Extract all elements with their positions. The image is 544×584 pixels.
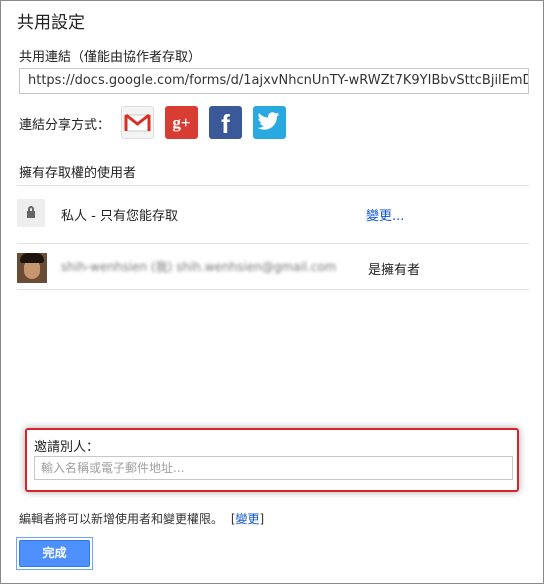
share-link-field[interactable]: https://docs.google.com/forms/d/1ajxvNhc…: [19, 68, 529, 94]
facebook-icon[interactable]: f: [209, 106, 242, 139]
divider: [17, 185, 529, 186]
invite-input[interactable]: [34, 456, 513, 480]
divider: [17, 289, 529, 290]
google-plus-icon[interactable]: g+: [165, 106, 198, 139]
twitter-icon[interactable]: [253, 106, 286, 139]
share-via-label: 連結分享方式：: [19, 118, 111, 133]
permission-note-text: 編輯者將可以新增使用者和變更權限。: [19, 512, 224, 526]
permission-note: 編輯者將可以新增使用者和變更權限。 [變更]: [19, 512, 265, 526]
access-list-label: 擁有存取權的使用者: [19, 166, 137, 181]
done-button[interactable]: 完成: [16, 537, 93, 570]
dialog-title: 共用設定: [17, 13, 85, 33]
divider: [17, 243, 529, 244]
change-visibility-link[interactable]: 變更...: [366, 205, 404, 224]
lock-icon: [17, 199, 45, 227]
owner-role: 是擁有者: [368, 263, 421, 278]
invite-label: 邀請別人：: [34, 440, 100, 455]
gmail-icon[interactable]: [121, 106, 154, 139]
change-permissions-link[interactable]: 變更: [236, 512, 260, 526]
avatar: [17, 253, 47, 283]
owner-name-email: shih-wenhsien (我) shih.wenhsien@gmail.co…: [61, 260, 337, 274]
visibility-text: 私人 - 只有您能存取: [61, 209, 178, 224]
share-link-label: 共用連結（僅能由協作者存取）: [19, 50, 202, 65]
